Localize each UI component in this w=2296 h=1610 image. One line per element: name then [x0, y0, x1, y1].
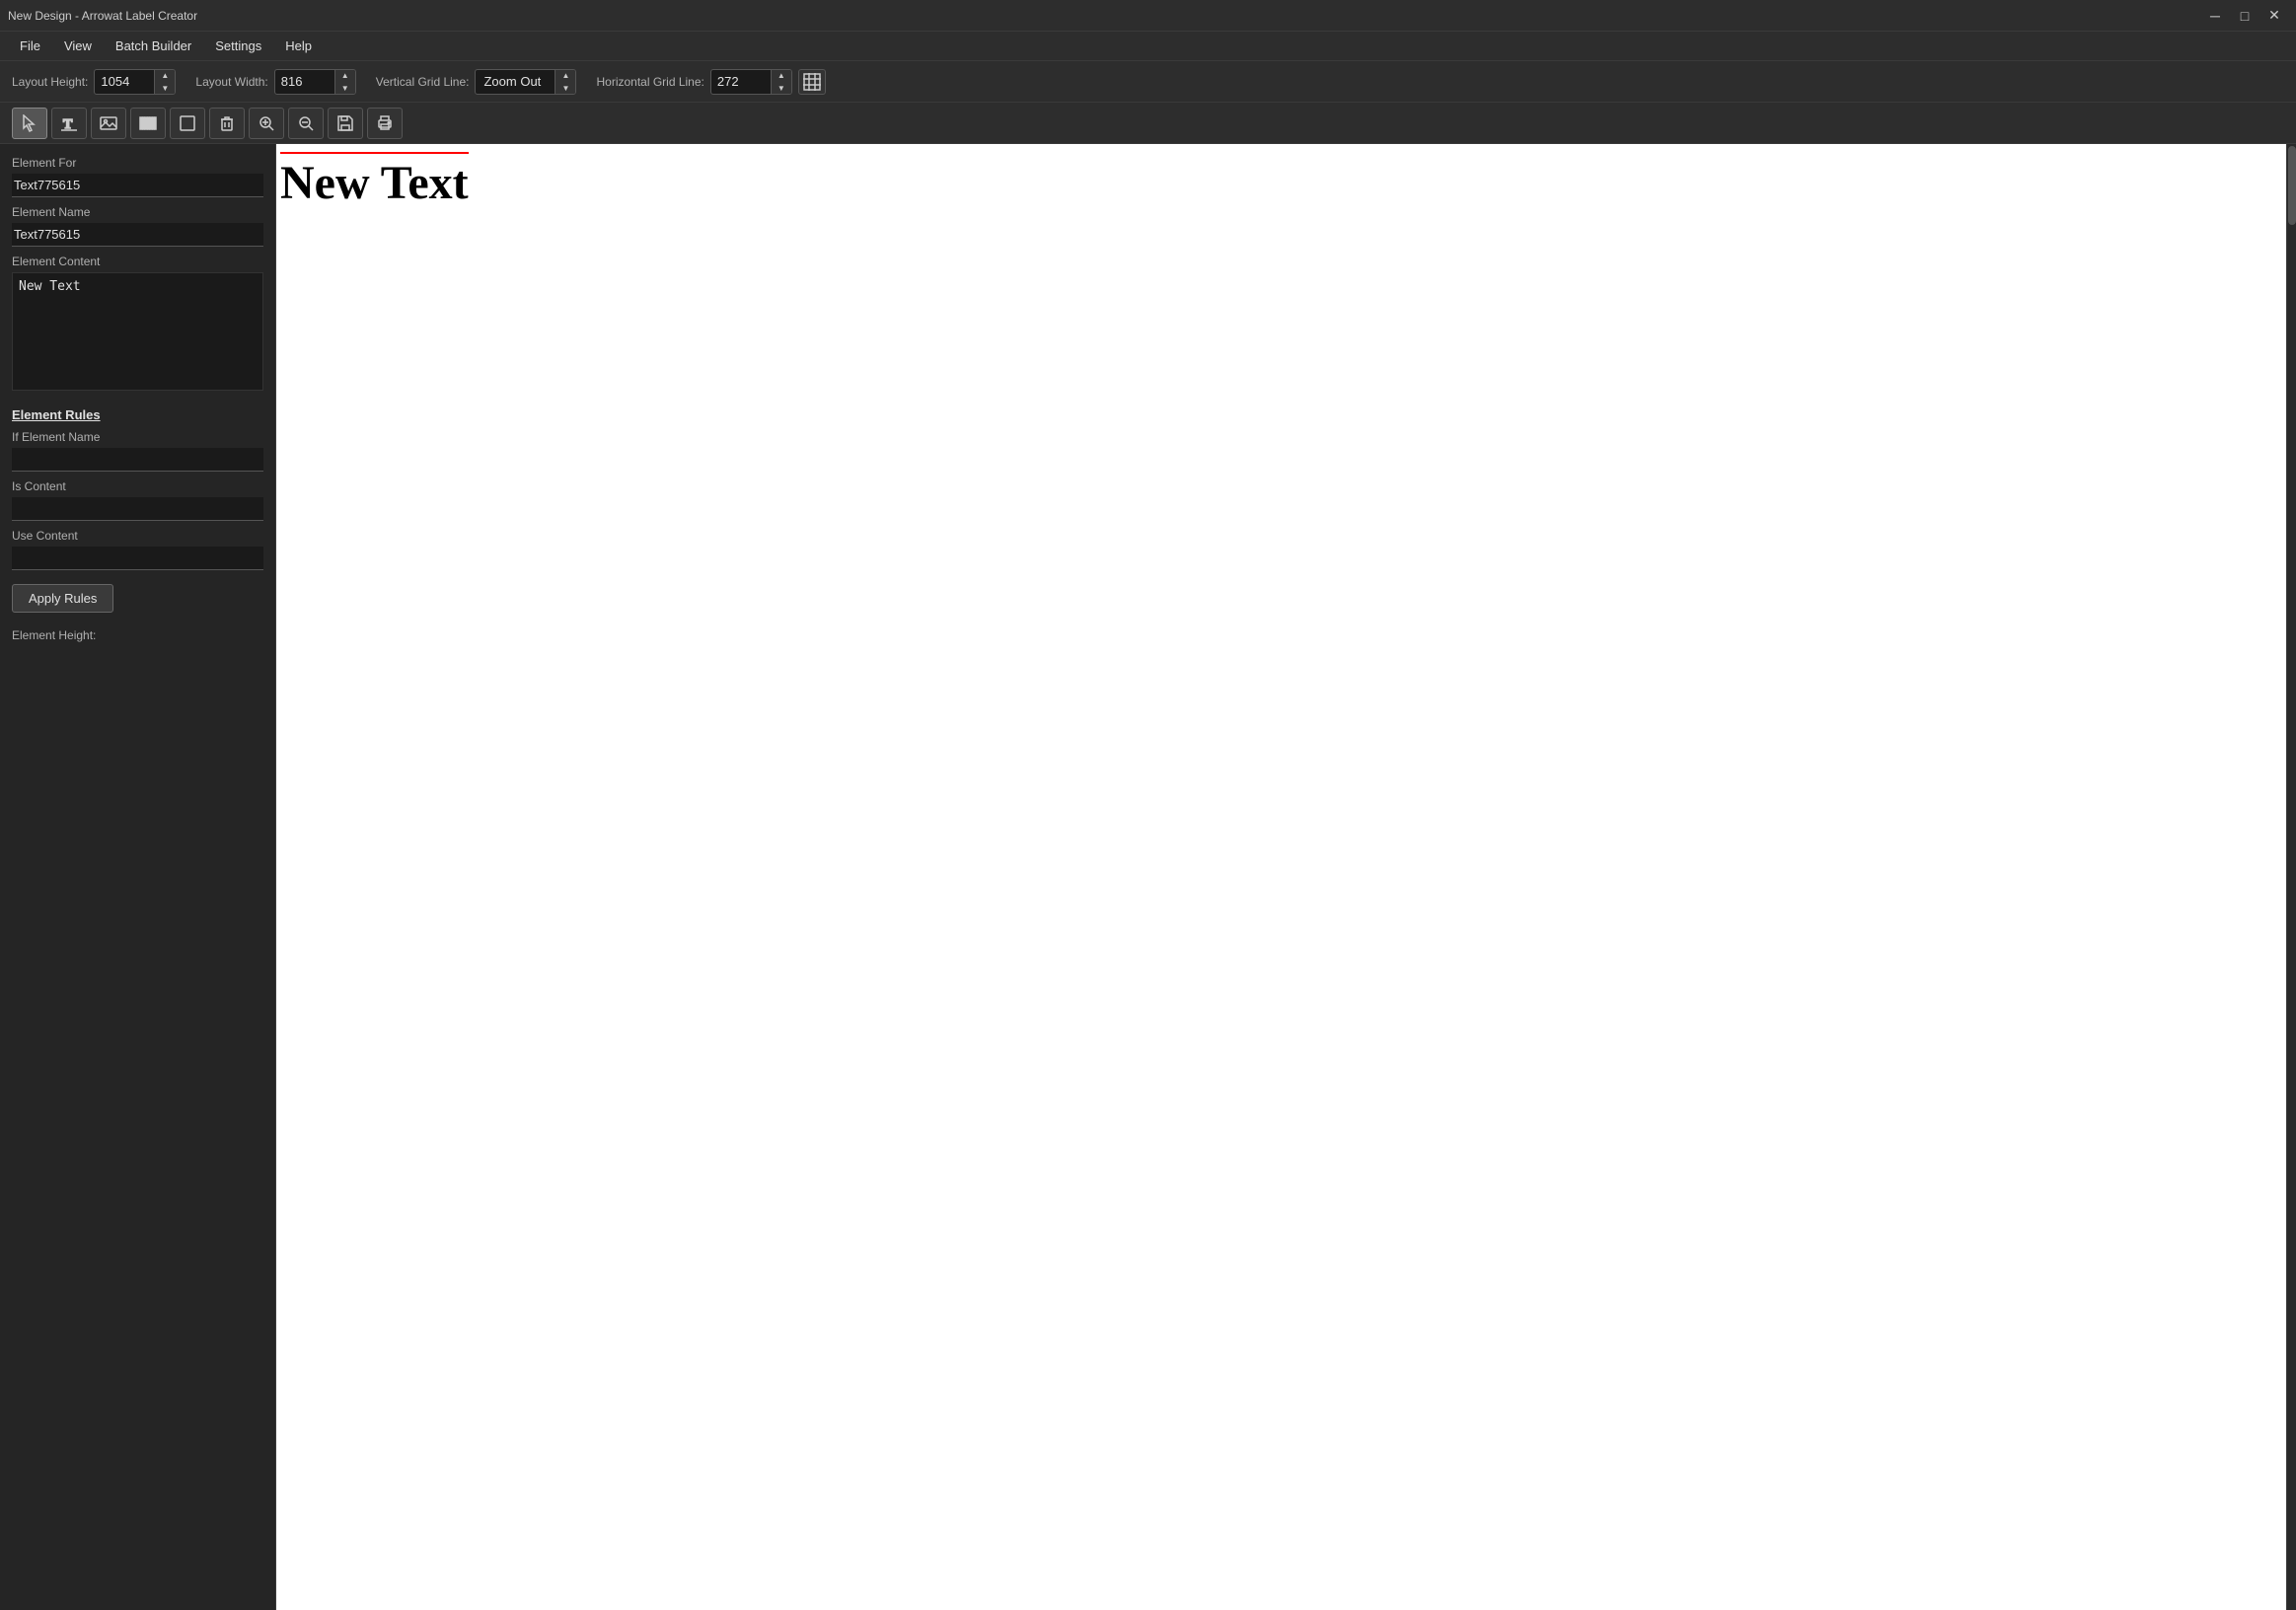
layout-width-input[interactable] [275, 74, 334, 89]
menu-view[interactable]: View [52, 35, 104, 57]
vertical-grid-down[interactable]: ▼ [555, 82, 575, 95]
menu-help[interactable]: Help [273, 35, 324, 57]
layout-width-down[interactable]: ▼ [335, 82, 355, 95]
use-content-input[interactable] [12, 547, 263, 570]
save-button[interactable] [328, 108, 363, 139]
element-name-label: Element Name [12, 205, 263, 219]
element-rules-section: Element Rules If Element Name Is Content… [12, 402, 263, 613]
menu-bar: File View Batch Builder Settings Help [0, 32, 2296, 61]
horizontal-grid-spin: ▲ ▼ [771, 69, 791, 95]
layout-width-label: Layout Width: [195, 75, 267, 89]
element-name-section: Element Name [12, 205, 263, 247]
vertical-grid-select-wrap: Zoom Out ▲ ▼ [475, 69, 576, 95]
text-tool-icon: T [60, 114, 78, 132]
apply-rules-button[interactable]: Apply Rules [12, 584, 113, 613]
vertical-grid-value: Zoom Out [476, 74, 555, 89]
horizontal-grid-down[interactable]: ▼ [772, 82, 791, 95]
layout-height-input-wrap: ▲ ▼ [94, 69, 176, 95]
zoom-in-icon [258, 114, 275, 132]
maximize-button[interactable]: □ [2231, 6, 2259, 26]
menu-settings[interactable]: Settings [203, 35, 273, 57]
canvas: New Text [276, 144, 2286, 1610]
element-for-input[interactable] [12, 174, 263, 197]
element-content-textarea[interactable]: New Text [12, 272, 263, 391]
element-height-label: Element Height: [12, 628, 263, 642]
barcode-icon [139, 114, 157, 132]
element-for-section: Element For [12, 156, 263, 197]
use-content-group: Use Content [12, 529, 263, 570]
delete-tool-button[interactable] [209, 108, 245, 139]
shape-icon [179, 114, 196, 132]
cursor-icon [21, 114, 38, 132]
if-element-name-label: If Element Name [12, 430, 263, 444]
layout-toolbar: Layout Height: ▲ ▼ Layout Width: ▲ ▼ Ver… [0, 61, 2296, 103]
close-button[interactable]: ✕ [2260, 6, 2288, 26]
grid-icon [803, 73, 821, 91]
title-text: New Design - Arrowat Label Creator [8, 9, 197, 23]
canvas-text-element: New Text [280, 152, 469, 210]
vertical-grid-label: Vertical Grid Line: [376, 75, 470, 89]
layout-width-up[interactable]: ▲ [335, 69, 355, 82]
title-bar: New Design - Arrowat Label Creator ─ □ ✕ [0, 0, 2296, 32]
element-content-section: Element Content New Text [12, 255, 263, 394]
use-content-label: Use Content [12, 529, 263, 543]
barcode-tool-button[interactable] [130, 108, 166, 139]
apply-rules-group: Apply Rules [12, 580, 263, 613]
shape-tool-button[interactable] [170, 108, 205, 139]
element-height-section: Element Height: [12, 628, 263, 646]
vertical-grid-up[interactable]: ▲ [555, 69, 575, 82]
horizontal-grid-up[interactable]: ▲ [772, 69, 791, 82]
layout-height-down[interactable]: ▼ [155, 82, 175, 95]
layout-height-input[interactable] [95, 74, 154, 89]
sidebar: Element For Element Name Element Content… [0, 144, 276, 1610]
horizontal-grid-input[interactable] [711, 74, 771, 89]
scrollbar-thumb [2288, 146, 2296, 225]
element-for-label: Element For [12, 156, 263, 170]
menu-file[interactable]: File [8, 35, 52, 57]
tools-toolbar: T [0, 103, 2296, 144]
vertical-grid-group: Vertical Grid Line: Zoom Out ▲ ▼ [376, 69, 577, 95]
grid-toggle-button[interactable] [798, 69, 826, 95]
if-element-name-input[interactable] [12, 448, 263, 472]
element-rules-header: Element Rules [12, 407, 263, 422]
layout-height-spin: ▲ ▼ [154, 69, 175, 95]
if-element-name-group: If Element Name [12, 430, 263, 472]
horizontal-grid-label: Horizontal Grid Line: [596, 75, 704, 89]
layout-height-group: Layout Height: ▲ ▼ [12, 69, 176, 95]
horizontal-grid-input-wrap: ▲ ▼ [710, 69, 792, 95]
vertical-scrollbar[interactable] [2286, 144, 2296, 1610]
layout-height-label: Layout Height: [12, 75, 88, 89]
element-name-input[interactable] [12, 223, 263, 247]
trash-icon [218, 114, 236, 132]
print-button[interactable] [367, 108, 403, 139]
layout-width-group: Layout Width: ▲ ▼ [195, 69, 355, 95]
window-controls: ─ □ ✕ [2201, 6, 2288, 26]
is-content-label: Is Content [12, 479, 263, 493]
zoom-out-icon [297, 114, 315, 132]
layout-width-spin: ▲ ▼ [334, 69, 355, 95]
horizontal-grid-group: Horizontal Grid Line: ▲ ▼ [596, 69, 825, 95]
vertical-grid-arrows: ▲ ▼ [555, 69, 575, 95]
is-content-input[interactable] [12, 497, 263, 521]
zoom-in-button[interactable] [249, 108, 284, 139]
canvas-area-wrapper: New Text [276, 144, 2296, 1610]
main-content: Element For Element Name Element Content… [0, 144, 2296, 1610]
canvas-area[interactable]: New Text [276, 144, 2286, 1610]
minimize-button[interactable]: ─ [2201, 6, 2229, 26]
text-tool-button[interactable]: T [51, 108, 87, 139]
zoom-out-button[interactable] [288, 108, 324, 139]
menu-batch-builder[interactable]: Batch Builder [104, 35, 203, 57]
layout-height-up[interactable]: ▲ [155, 69, 175, 82]
select-tool-button[interactable] [12, 108, 47, 139]
image-tool-button[interactable] [91, 108, 126, 139]
layout-width-input-wrap: ▲ ▼ [274, 69, 356, 95]
is-content-group: Is Content [12, 479, 263, 521]
image-icon [100, 114, 117, 132]
print-icon [376, 114, 394, 132]
save-icon [336, 114, 354, 132]
element-content-label: Element Content [12, 255, 263, 268]
